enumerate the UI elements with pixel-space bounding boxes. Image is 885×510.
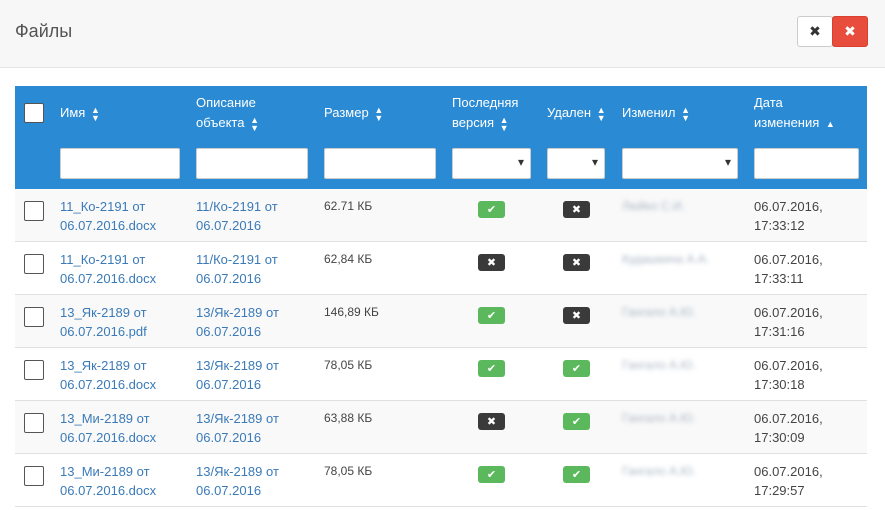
object-description-link[interactable]: 13/Як-2189 от 06.07.2016 [196,303,279,341]
close-button[interactable]: ✖ [832,16,868,47]
file-name-link[interactable]: 13_Ми-2189 от 06.07.2016.docx [60,462,156,500]
column-last-version-header[interactable]: Последняя версия ▲ ▼ [452,93,518,133]
file-size: 146,89 КБ [324,305,379,319]
filter-last-version-select[interactable] [452,148,531,179]
file-name-link[interactable]: 11_Ко-2191 от 06.07.2016.docx [60,197,156,235]
modified-date: 06.07.2016, 17:30:09 [754,411,823,445]
column-label: изменения [754,115,820,130]
sort-asc-icon: ▲ [825,118,835,129]
object-description-link[interactable]: 13/Як-2189 от 06.07.2016 [196,409,279,447]
table-row[interactable]: 13_Як-2189 от 06.07.2016.docx 13/Як-2189 о… [15,348,867,401]
column-description-header[interactable]: Описание объекта ▲ ▼ [196,93,259,133]
page-title: Файлы [15,21,73,41]
file-name-link[interactable]: 11_Ко-2191 от 06.07.2016.docx [60,250,156,288]
sort-icon: ▲ ▼ [250,114,260,133]
column-label: Описание [196,95,256,110]
cross-icon: ✖ [563,307,590,324]
column-changed-by-header[interactable]: Изменил ▲ ▼ [622,103,690,123]
cross-icon: ✖ [563,201,590,218]
modal-header: Файлы ✖ ✖ [0,0,885,68]
check-icon: ✔ [563,466,590,483]
filter-deleted-select[interactable] [547,148,605,179]
row-checkbox[interactable] [24,307,44,327]
column-label: Изменил [622,105,676,120]
modified-date: 06.07.2016, 17:31:16 [754,305,823,339]
file-size: 62,84 КБ [324,252,373,266]
select-all-checkbox[interactable] [24,103,44,123]
check-icon: ✔ [478,201,505,218]
check-icon: ✔ [563,413,590,430]
changed-by-user: Люйко С.И. [622,199,685,213]
object-description-link[interactable]: 13/Як-2189 от 06.07.2016 [196,356,279,394]
row-checkbox[interactable] [24,466,44,486]
column-label: Дата [754,95,783,110]
file-name-link[interactable]: 13_Як-2189 от 06.07.2016.pdf [60,303,147,341]
column-label: Размер [324,105,369,120]
column-size-header[interactable]: Размер ▲ ▼ [324,103,383,123]
cross-icon: ✖ [563,254,590,271]
object-description-link[interactable]: 11/Ко-2191 от 06.07.2016 [196,250,278,288]
sort-icon: ▲ ▼ [681,104,691,123]
file-size: 62.71 КБ [324,199,373,213]
table-row[interactable]: 13_Ми-2189 от 06.07.2016.docx 13/Як-2189 о… [15,401,867,454]
changed-by-user: Гангало А.Ю. [622,411,696,425]
modified-date: 06.07.2016, 17:33:12 [754,199,823,233]
table-row[interactable]: 13_Ми-2189 от 06.07.2016.docx 13/Як-2189 о… [15,454,867,507]
filter-name-input[interactable] [60,148,180,179]
check-icon: ✔ [478,466,505,483]
file-size: 63,88 КБ [324,411,373,425]
column-label: Имя [60,105,86,120]
minimize-button[interactable]: ✖ [797,16,833,47]
cross-icon: ✖ [478,254,505,271]
table-row[interactable]: 11_Ко-2191 от 06.07.2016.docx 11/Ко-2191 о… [15,242,867,295]
column-name-header[interactable]: Имя ▲ ▼ [60,103,100,123]
column-label: Удален [547,105,592,120]
row-checkbox[interactable] [24,254,44,274]
filter-changed-by-select[interactable] [622,148,738,179]
row-checkbox[interactable] [24,413,44,433]
sort-icon: ▲ ▼ [499,114,509,133]
column-deleted-header[interactable]: Удален ▲ ▼ [547,103,606,123]
check-icon: ✔ [478,307,505,324]
modified-date: 06.07.2016, 17:30:18 [754,358,823,392]
file-size: 78,05 КБ [324,464,373,478]
row-checkbox[interactable] [24,201,44,221]
column-label: объекта [196,115,245,130]
object-description-link[interactable]: 11/Ко-2191 от 06.07.2016 [196,197,278,235]
close-icon: ✖ [809,23,821,39]
sort-icon: ▲ ▼ [596,104,606,123]
cross-icon: ✖ [478,413,505,430]
column-label: Последняя [452,95,519,110]
column-label: версия [452,115,495,130]
file-name-link[interactable]: 13_Як-2189 от 06.07.2016.docx [60,356,156,394]
changed-by-user: Гангало А.Ю. [622,305,696,319]
files-table: Имя ▲ ▼ Описание объекта ▲ ▼ Размер ▲ ▼ Пос… [15,86,867,510]
close-icon: ✖ [844,23,856,39]
file-name-link[interactable]: 13_Ми-2189 от 06.07.2016.docx [60,409,156,447]
modified-date: 06.07.2016, 17:33:11 [754,252,823,286]
filter-size-input[interactable] [324,148,436,179]
filter-date-input[interactable] [754,148,859,179]
table-row[interactable]: 11_Ко-2191 от 06.07.2016.docx 11/Ко-2191 о… [15,189,867,242]
sort-icon: ▲ ▼ [374,104,384,123]
sort-icon: ▲ ▼ [90,104,100,123]
filter-description-input[interactable] [196,148,308,179]
object-description-link[interactable]: 13/Як-2189 от 06.07.2016 [196,462,279,500]
changed-by-user: Кудашкина А.А. [622,252,710,266]
modified-date: 06.07.2016, 17:29:57 [754,464,823,498]
row-checkbox[interactable] [24,360,44,380]
changed-by-user: Гангало А.Ю. [622,464,696,478]
table-header: Имя ▲ ▼ Описание объекта ▲ ▼ Размер ▲ ▼ Пос… [15,86,867,189]
file-size: 78,05 КБ [324,358,373,372]
column-date-header[interactable]: Дата изменения ▲ [754,93,835,134]
changed-by-user: Гангало А.Ю. [622,358,696,372]
check-icon: ✔ [563,360,590,377]
check-icon: ✔ [478,360,505,377]
table-row[interactable]: 13_Як-2189 от 06.07.2016.pdf 13/Як-2189 от… [15,295,867,348]
